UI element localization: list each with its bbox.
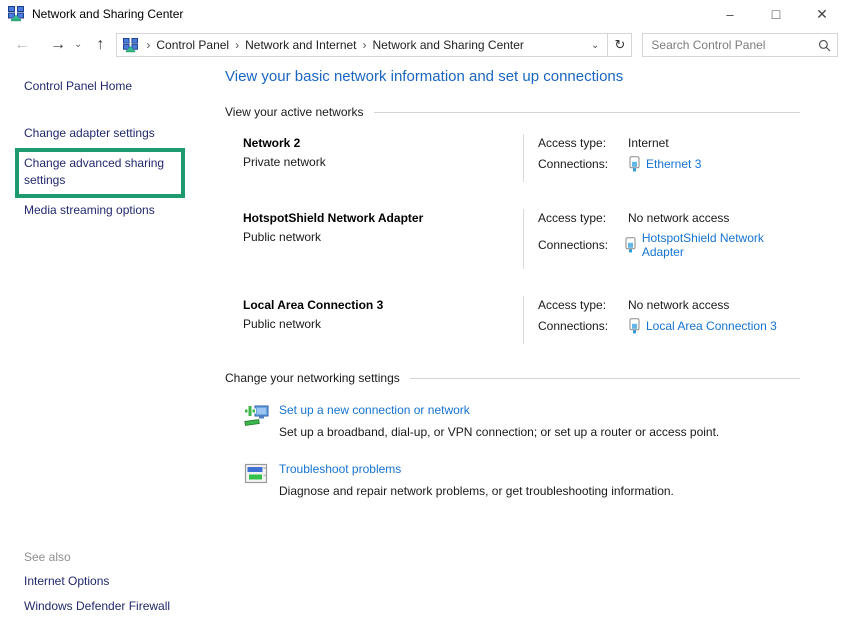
main-pane: View your basic network information and … — [225, 64, 800, 519]
sidebar-item-media-streaming-options[interactable]: Media streaming options — [24, 202, 196, 219]
connection-value: Local Area Connection 3 — [628, 318, 777, 334]
active-networks-section-header: View your active networks — [225, 105, 800, 119]
search-input[interactable] — [649, 37, 818, 53]
connections-label: Connections: — [538, 157, 628, 171]
setting-item-new-connection: Set up a new connection or network Set u… — [225, 401, 800, 439]
connections-label: Connections: — [538, 238, 624, 252]
access-type-label: Access type: — [538, 136, 628, 150]
recent-pages-chevron-icon[interactable]: ⌄ — [72, 40, 84, 50]
network-details: Access type: Internet Connections: — [523, 134, 800, 182]
green-highlight-annotation: Change advanced sharing settings — [15, 148, 185, 198]
search-box[interactable] — [642, 33, 838, 57]
window-title: Network and Sharing Center — [32, 7, 183, 21]
breadcrumb-separator: › — [229, 38, 245, 52]
troubleshoot-problems-description: Diagnose and repair network problems, or… — [279, 484, 674, 498]
breadcrumb-item-control-panel[interactable]: Control Panel — [156, 38, 229, 52]
minimize-button[interactable]: – — [707, 0, 753, 28]
back-icon[interactable]: ← — [8, 37, 36, 53]
sidebar-item-windows-defender-firewall[interactable]: Windows Defender Firewall — [24, 598, 170, 614]
network-identity: Local Area Connection 3 Public network — [225, 296, 523, 344]
page-title: View your basic network information and … — [225, 68, 800, 85]
setting-text: Set up a new connection or network Set u… — [279, 401, 719, 439]
new-connection-icon — [243, 402, 270, 428]
network-identity: Network 2 Private network — [225, 134, 523, 182]
network-details: Access type: No network access Connectio… — [523, 296, 800, 344]
section-divider — [374, 112, 800, 113]
active-networks-list: Network 2 Private network Access type: I… — [225, 134, 800, 344]
connections-row: Connections: Local Area Connection 3 — [538, 318, 800, 334]
troubleshoot-problems-link[interactable]: Troubleshoot problems — [279, 462, 674, 476]
network-name: Network 2 — [243, 136, 523, 150]
network-profile: Public network — [243, 230, 523, 244]
ethernet-icon — [624, 237, 637, 253]
connections-row: Connections: HotspotShield Network Adapt… — [538, 231, 800, 259]
connections-row: Connections: Ethernet 3 — [538, 156, 800, 172]
network-profile: Private network — [243, 155, 523, 169]
connection-link[interactable]: HotspotShield Network Adapter — [642, 231, 800, 259]
access-type-label: Access type: — [538, 211, 628, 225]
access-type-value: Internet — [628, 136, 669, 150]
ethernet-icon — [628, 318, 641, 334]
networking-settings-section-label: Change your networking settings — [225, 371, 400, 385]
network-name: Local Area Connection 3 — [243, 298, 523, 312]
section-divider — [410, 378, 800, 379]
access-type-row: Access type: No network access — [538, 298, 800, 312]
task-pane: Control Panel Home Change adapter settin… — [24, 78, 196, 225]
breadcrumb-separator: › — [357, 38, 373, 52]
troubleshoot-icon — [243, 461, 270, 487]
access-type-row: Access type: No network access — [538, 211, 800, 225]
network-sharing-center-icon — [8, 6, 24, 22]
control-panel-location-icon — [123, 38, 138, 53]
network-row: Network 2 Private network Access type: I… — [225, 134, 800, 182]
sidebar-item-change-advanced-sharing-settings[interactable]: Change advanced sharing settings — [24, 155, 177, 189]
access-type-value: No network access — [628, 298, 729, 312]
setting-item-troubleshoot: Troubleshoot problems Diagnose and repai… — [225, 460, 800, 498]
sidebar-item-control-panel-home[interactable]: Control Panel Home — [24, 78, 196, 95]
refresh-icon: ↻ — [614, 37, 625, 53]
address-bar[interactable]: › Control Panel › Network and Internet ›… — [116, 33, 608, 57]
networking-settings-list: Set up a new connection or network Set u… — [225, 401, 800, 498]
title-bar: Network and Sharing Center – □ ✕ — [0, 0, 845, 28]
sidebar-item-change-adapter-settings[interactable]: Change adapter settings — [24, 125, 196, 142]
connection-value: Ethernet 3 — [628, 156, 701, 172]
network-name: HotspotShield Network Adapter — [243, 211, 523, 225]
connection-link[interactable]: Ethernet 3 — [646, 157, 701, 171]
breadcrumb-item-network-and-internet[interactable]: Network and Internet — [245, 38, 356, 52]
network-identity: HotspotShield Network Adapter Public net… — [225, 209, 523, 269]
close-button[interactable]: ✕ — [799, 0, 845, 28]
network-row: HotspotShield Network Adapter Public net… — [225, 209, 800, 269]
navigation-bar: ← → ⌄ ↑ › Control Panel › Network and In… — [0, 28, 845, 63]
active-networks-section-label: View your active networks — [225, 105, 364, 119]
address-dropdown-chevron-icon[interactable]: ⌄ — [587, 40, 603, 51]
connections-label: Connections: — [538, 319, 628, 333]
refresh-button[interactable]: ↻ — [608, 33, 632, 57]
access-type-label: Access type: — [538, 298, 628, 312]
sidebar-item-internet-options[interactable]: Internet Options — [24, 573, 170, 589]
window-controls: – □ ✕ — [707, 0, 845, 28]
access-type-row: Access type: Internet — [538, 136, 800, 150]
network-row: Local Area Connection 3 Public network A… — [225, 296, 800, 344]
connection-link[interactable]: Local Area Connection 3 — [646, 319, 777, 333]
maximize-button[interactable]: □ — [753, 0, 799, 28]
connection-value: HotspotShield Network Adapter — [624, 231, 800, 259]
see-also-heading: See also — [24, 550, 170, 564]
breadcrumb-separator: › — [140, 38, 156, 52]
setup-new-connection-link[interactable]: Set up a new connection or network — [279, 403, 719, 417]
setting-text: Troubleshoot problems Diagnose and repai… — [279, 460, 674, 498]
network-sharing-center-window: Network and Sharing Center – □ ✕ ← → ⌄ ↑… — [0, 0, 845, 624]
forward-icon[interactable]: → — [44, 37, 72, 53]
networking-settings-section-header: Change your networking settings — [225, 371, 800, 385]
see-also-section: See also Internet Options Windows Defend… — [24, 550, 170, 623]
access-type-value: No network access — [628, 211, 729, 225]
network-details: Access type: No network access Connectio… — [523, 209, 800, 269]
breadcrumb-item-network-and-sharing-center[interactable]: Network and Sharing Center — [373, 38, 524, 52]
up-icon[interactable]: ↑ — [90, 37, 110, 53]
network-profile: Public network — [243, 317, 523, 331]
ethernet-icon — [628, 156, 641, 172]
search-icon[interactable] — [818, 39, 831, 52]
setup-new-connection-description: Set up a broadband, dial-up, or VPN conn… — [279, 425, 719, 439]
content-area: Control Panel Home Change adapter settin… — [0, 62, 845, 624]
